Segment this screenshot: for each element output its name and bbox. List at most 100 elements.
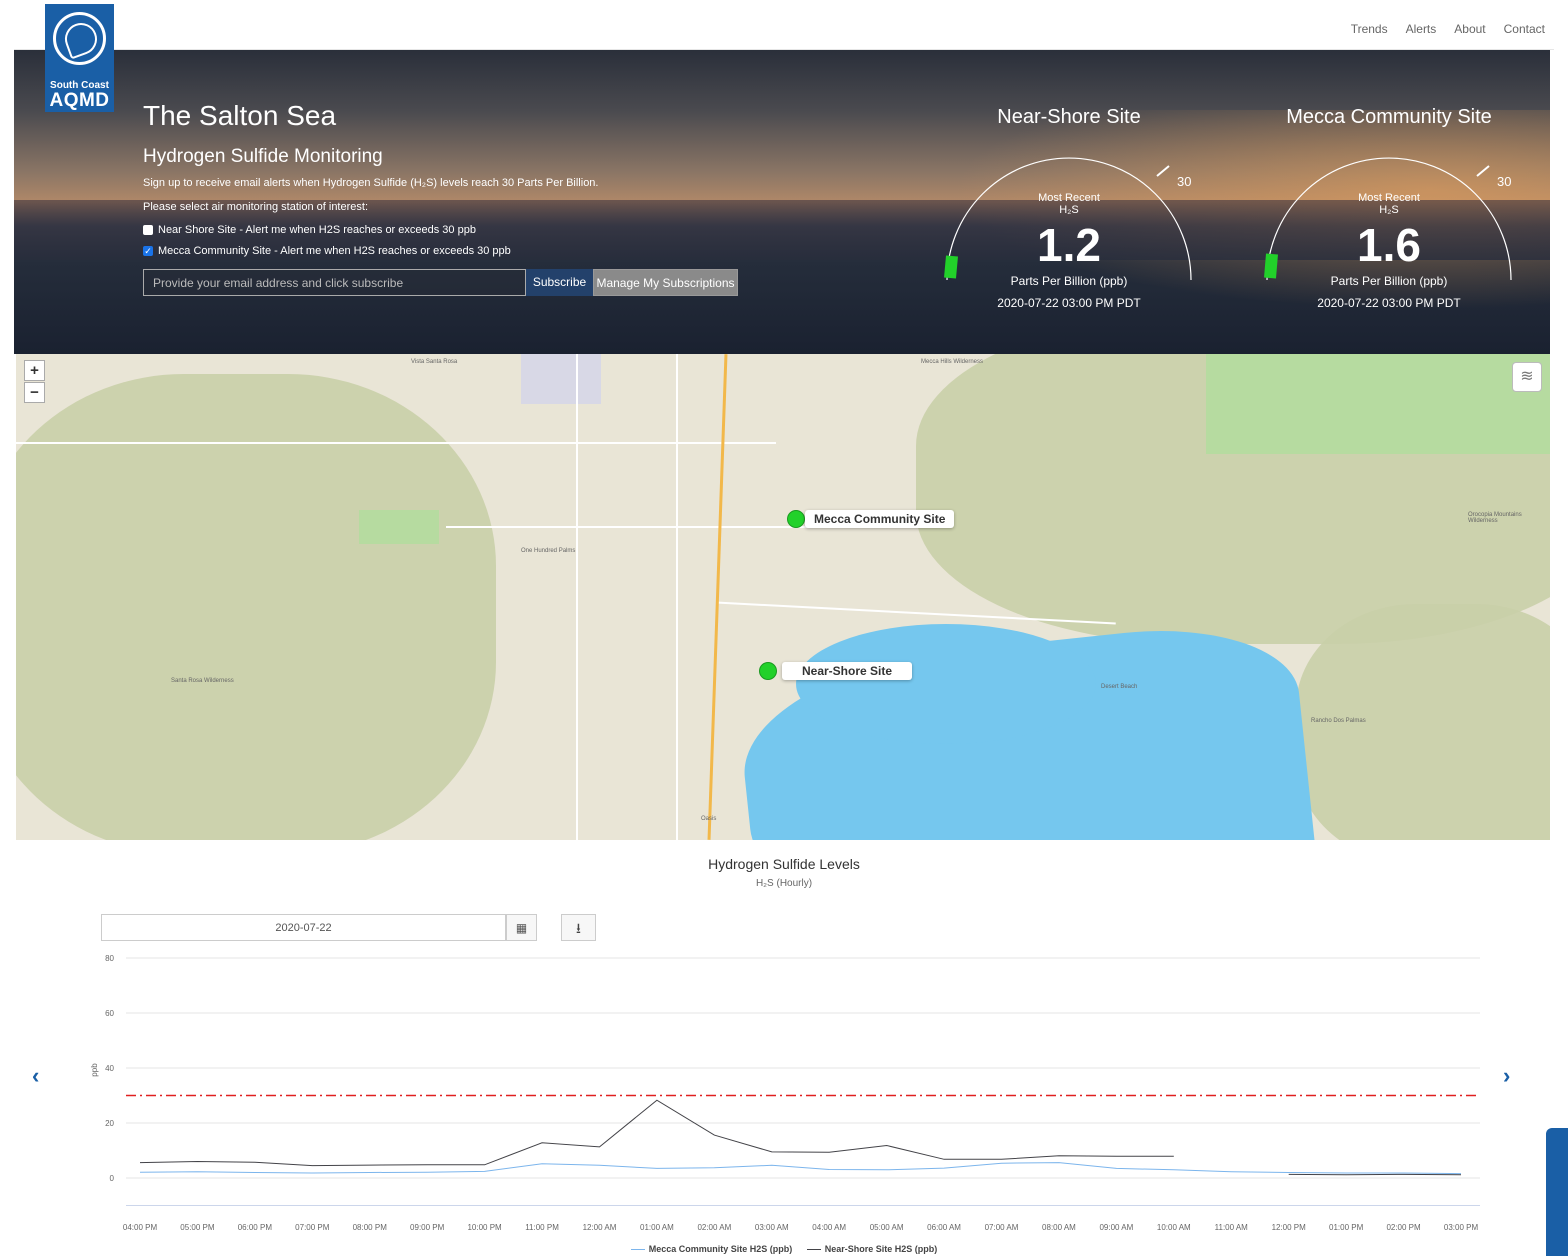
subscribe-button[interactable]: Subscribe xyxy=(526,269,593,296)
y-tick-label: 20 xyxy=(105,1119,114,1128)
legend-swatch xyxy=(630,1249,645,1251)
x-tick-label: 12:00 PM xyxy=(1272,1223,1307,1232)
near-shore-site-marker[interactable] xyxy=(759,662,777,680)
threshold-tick xyxy=(1156,165,1170,177)
near-shore-checkbox[interactable] xyxy=(143,225,153,235)
map-place-label: Orocopia Mountains Wilderness xyxy=(1468,512,1522,524)
x-tick-label: 02:00 PM xyxy=(1386,1223,1421,1232)
logo-emblem-icon xyxy=(53,12,106,65)
nav-about-link[interactable]: About xyxy=(1445,22,1494,36)
previous-day-button[interactable]: ‹ xyxy=(32,1063,39,1089)
near-shore-checkbox-row[interactable]: Near Shore Site - Alert me when H2S reac… xyxy=(143,224,476,236)
layers-icon[interactable]: ≋ xyxy=(1512,362,1542,392)
y-tick-label: 80 xyxy=(105,954,114,963)
nav-links: Trends Alerts About Contact xyxy=(1342,22,1554,36)
chart-legend: Mecca Community Site H2S (ppb) Near-Shor… xyxy=(0,1244,1568,1254)
map-place-label: Vista Santa Rosa xyxy=(411,359,458,365)
map-view[interactable]: Vista Santa Rosa One Hundred Palms Mecca… xyxy=(16,354,1550,840)
alert-description: Sign up to receive email alerts when Hyd… xyxy=(143,177,599,189)
x-tick-label: 01:00 AM xyxy=(640,1223,674,1232)
zoom-in-button[interactable]: + xyxy=(24,360,45,381)
map-road xyxy=(676,354,678,840)
legend-item-near-shore[interactable]: Near-Shore Site H2S (ppb) xyxy=(806,1244,938,1254)
page-subtitle: Hydrogen Sulfide Monitoring xyxy=(143,146,383,167)
x-tick-label: 09:00 PM xyxy=(410,1223,445,1232)
map-road xyxy=(16,442,776,444)
map-place-label: Rancho Dos Palmas xyxy=(1311,718,1366,724)
map-park-area xyxy=(1206,354,1550,454)
gauge-unit: Parts Per Billion (ppb) xyxy=(1010,274,1128,288)
near-shore-series-line xyxy=(139,1099,1462,1176)
most-recent-label: Most Recent xyxy=(1358,192,1420,204)
download-icon[interactable]: ⭳ xyxy=(561,914,596,941)
nav-trends-link[interactable]: Trends xyxy=(1342,22,1397,36)
most-recent-label: Most Recent xyxy=(1038,192,1100,204)
gauge-timestamp: 2020-07-22 03:00 PM PDT xyxy=(1317,296,1461,310)
x-tick-label: 01:00 PM xyxy=(1329,1223,1364,1232)
feedback-widget[interactable] xyxy=(1546,1128,1568,1256)
gauge-title: Mecca Community Site xyxy=(1286,106,1492,128)
zoom-out-button[interactable]: − xyxy=(24,382,45,403)
aqmd-logo[interactable]: South Coast AQMD xyxy=(45,4,114,112)
species-label: H₂S xyxy=(1379,204,1399,216)
map-road xyxy=(576,354,578,840)
species-label: H₂S xyxy=(1059,204,1079,216)
map-place-label: Oasis xyxy=(701,816,717,822)
x-tick-label: 04:00 PM xyxy=(123,1223,158,1232)
gauge-value: 1.2 xyxy=(1037,219,1101,271)
gauge-value: 1.6 xyxy=(1357,219,1421,271)
x-tick-label: 04:00 AM xyxy=(812,1223,846,1232)
x-tick-label: 03:00 AM xyxy=(755,1223,789,1232)
mecca-series-line xyxy=(139,1162,1462,1175)
manage-subscriptions-button[interactable]: Manage My Subscriptions xyxy=(593,269,738,296)
hero-banner: The Salton Sea Hydrogen Sulfide Monitori… xyxy=(14,50,1550,354)
gauge-unit: Parts Per Billion (ppb) xyxy=(1330,274,1448,288)
nav-contact-link[interactable]: Contact xyxy=(1495,22,1554,36)
mecca-site-marker[interactable] xyxy=(787,510,805,528)
gauge-most-recent: Most Recent H₂S xyxy=(939,192,1199,216)
next-day-button[interactable]: › xyxy=(1503,1063,1510,1089)
map-place-label: One Hundred Palms xyxy=(521,548,576,554)
legend-swatch xyxy=(806,1249,821,1251)
mecca-checkbox-row[interactable]: ✓ Mecca Community Site - Alert me when H… xyxy=(143,245,511,257)
near-shore-checkbox-label: Near Shore Site - Alert me when H2S reac… xyxy=(158,224,476,236)
chart-subtitle: H₂S (Hourly) xyxy=(755,878,813,889)
logo-line2: AQMD xyxy=(49,90,110,111)
x-tick-label: 11:00 PM xyxy=(525,1223,559,1232)
calendar-icon[interactable]: ▦ xyxy=(506,914,537,941)
y-tick-label: 0 xyxy=(110,1174,115,1183)
x-tick-label: 05:00 AM xyxy=(870,1223,904,1232)
y-tick-label: 40 xyxy=(105,1064,114,1073)
top-navbar: Trends Alerts About Contact xyxy=(14,4,1554,50)
map-place-label: Santa Rosa Wilderness xyxy=(171,678,234,684)
map-place-label: Mecca Hills Wilderness xyxy=(921,359,984,365)
x-tick-label: 08:00 PM xyxy=(353,1223,388,1232)
near-shore-site-label[interactable]: Near-Shore Site xyxy=(782,662,912,680)
mecca-site-label[interactable]: Mecca Community Site xyxy=(805,510,955,528)
legend-label: Mecca Community Site H2S (ppb) xyxy=(648,1244,793,1254)
threshold-tick xyxy=(1476,165,1490,177)
legend-item-mecca[interactable]: Mecca Community Site H2S (ppb) xyxy=(630,1244,793,1254)
mecca-checkbox[interactable]: ✓ xyxy=(143,246,153,256)
gauge-threshold-label: 30 xyxy=(1497,174,1512,189)
date-input[interactable]: 2020-07-22 xyxy=(101,914,506,941)
x-tick-label: 11:00 AM xyxy=(1215,1223,1249,1232)
page-title: The Salton Sea xyxy=(143,100,337,131)
y-tick-label: 60 xyxy=(105,1009,114,1018)
x-tick-label: 05:00 PM xyxy=(180,1223,215,1232)
x-tick-label: 06:00 PM xyxy=(238,1223,273,1232)
map-airport xyxy=(521,354,601,404)
gauge-threshold-label: 30 xyxy=(1177,174,1192,189)
email-input[interactable]: Provide your email address and click sub… xyxy=(143,269,526,296)
chart-title: Hydrogen Sulfide Levels xyxy=(708,856,860,872)
x-tick-label: 02:00 AM xyxy=(697,1223,731,1232)
map-place-label: Desert Beach xyxy=(1101,684,1138,690)
x-tick-label: 07:00 PM xyxy=(295,1223,330,1232)
x-tick-label: 06:00 AM xyxy=(927,1223,961,1232)
gauge-timestamp: 2020-07-22 03:00 PM PDT xyxy=(997,296,1141,310)
x-tick-label: 10:00 PM xyxy=(467,1223,502,1232)
x-tick-label: 12:00 AM xyxy=(583,1223,617,1232)
legend-label: Near-Shore Site H2S (ppb) xyxy=(824,1244,938,1254)
nav-alerts-link[interactable]: Alerts xyxy=(1397,22,1446,36)
gauge-most-recent: Most Recent H₂S xyxy=(1259,192,1519,216)
